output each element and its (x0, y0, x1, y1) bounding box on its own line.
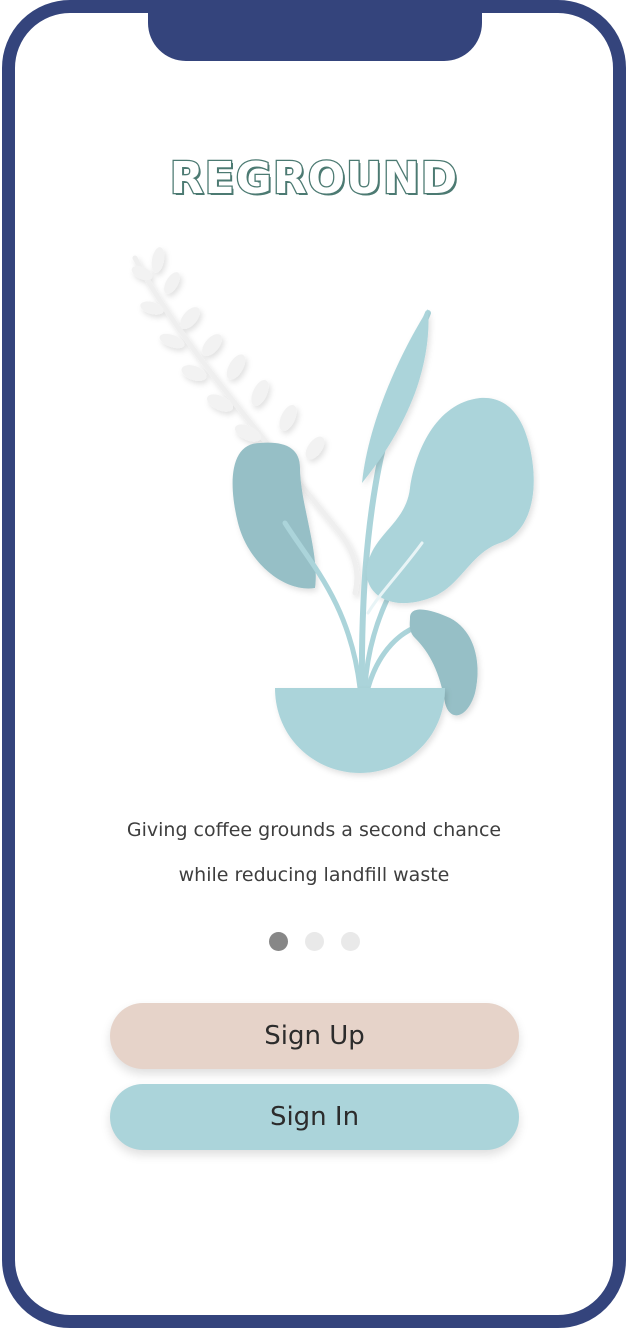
phone-notch (148, 13, 482, 61)
page-dot-2[interactable] (304, 932, 324, 951)
phone-frame: REGROUND Giving coffee grounds a second … (2, 0, 626, 1328)
sign-up-button[interactable]: Sign Up (110, 1003, 519, 1069)
potted-plant-illustration (131, 247, 534, 773)
page-dot-1[interactable] (268, 932, 288, 951)
app-logo: REGROUND (168, 152, 459, 206)
left-leaf (232, 442, 316, 589)
plant-pot (275, 688, 445, 773)
fern-branch (131, 247, 360, 596)
tagline-line-2: while reducing landfill waste (178, 864, 450, 886)
sign-in-button[interactable]: Sign In (110, 1084, 519, 1150)
tagline-line-1: Giving coffee grounds a second chance (126, 819, 502, 841)
page-indicator (15, 932, 613, 951)
page-dot-3[interactable] (340, 932, 360, 951)
